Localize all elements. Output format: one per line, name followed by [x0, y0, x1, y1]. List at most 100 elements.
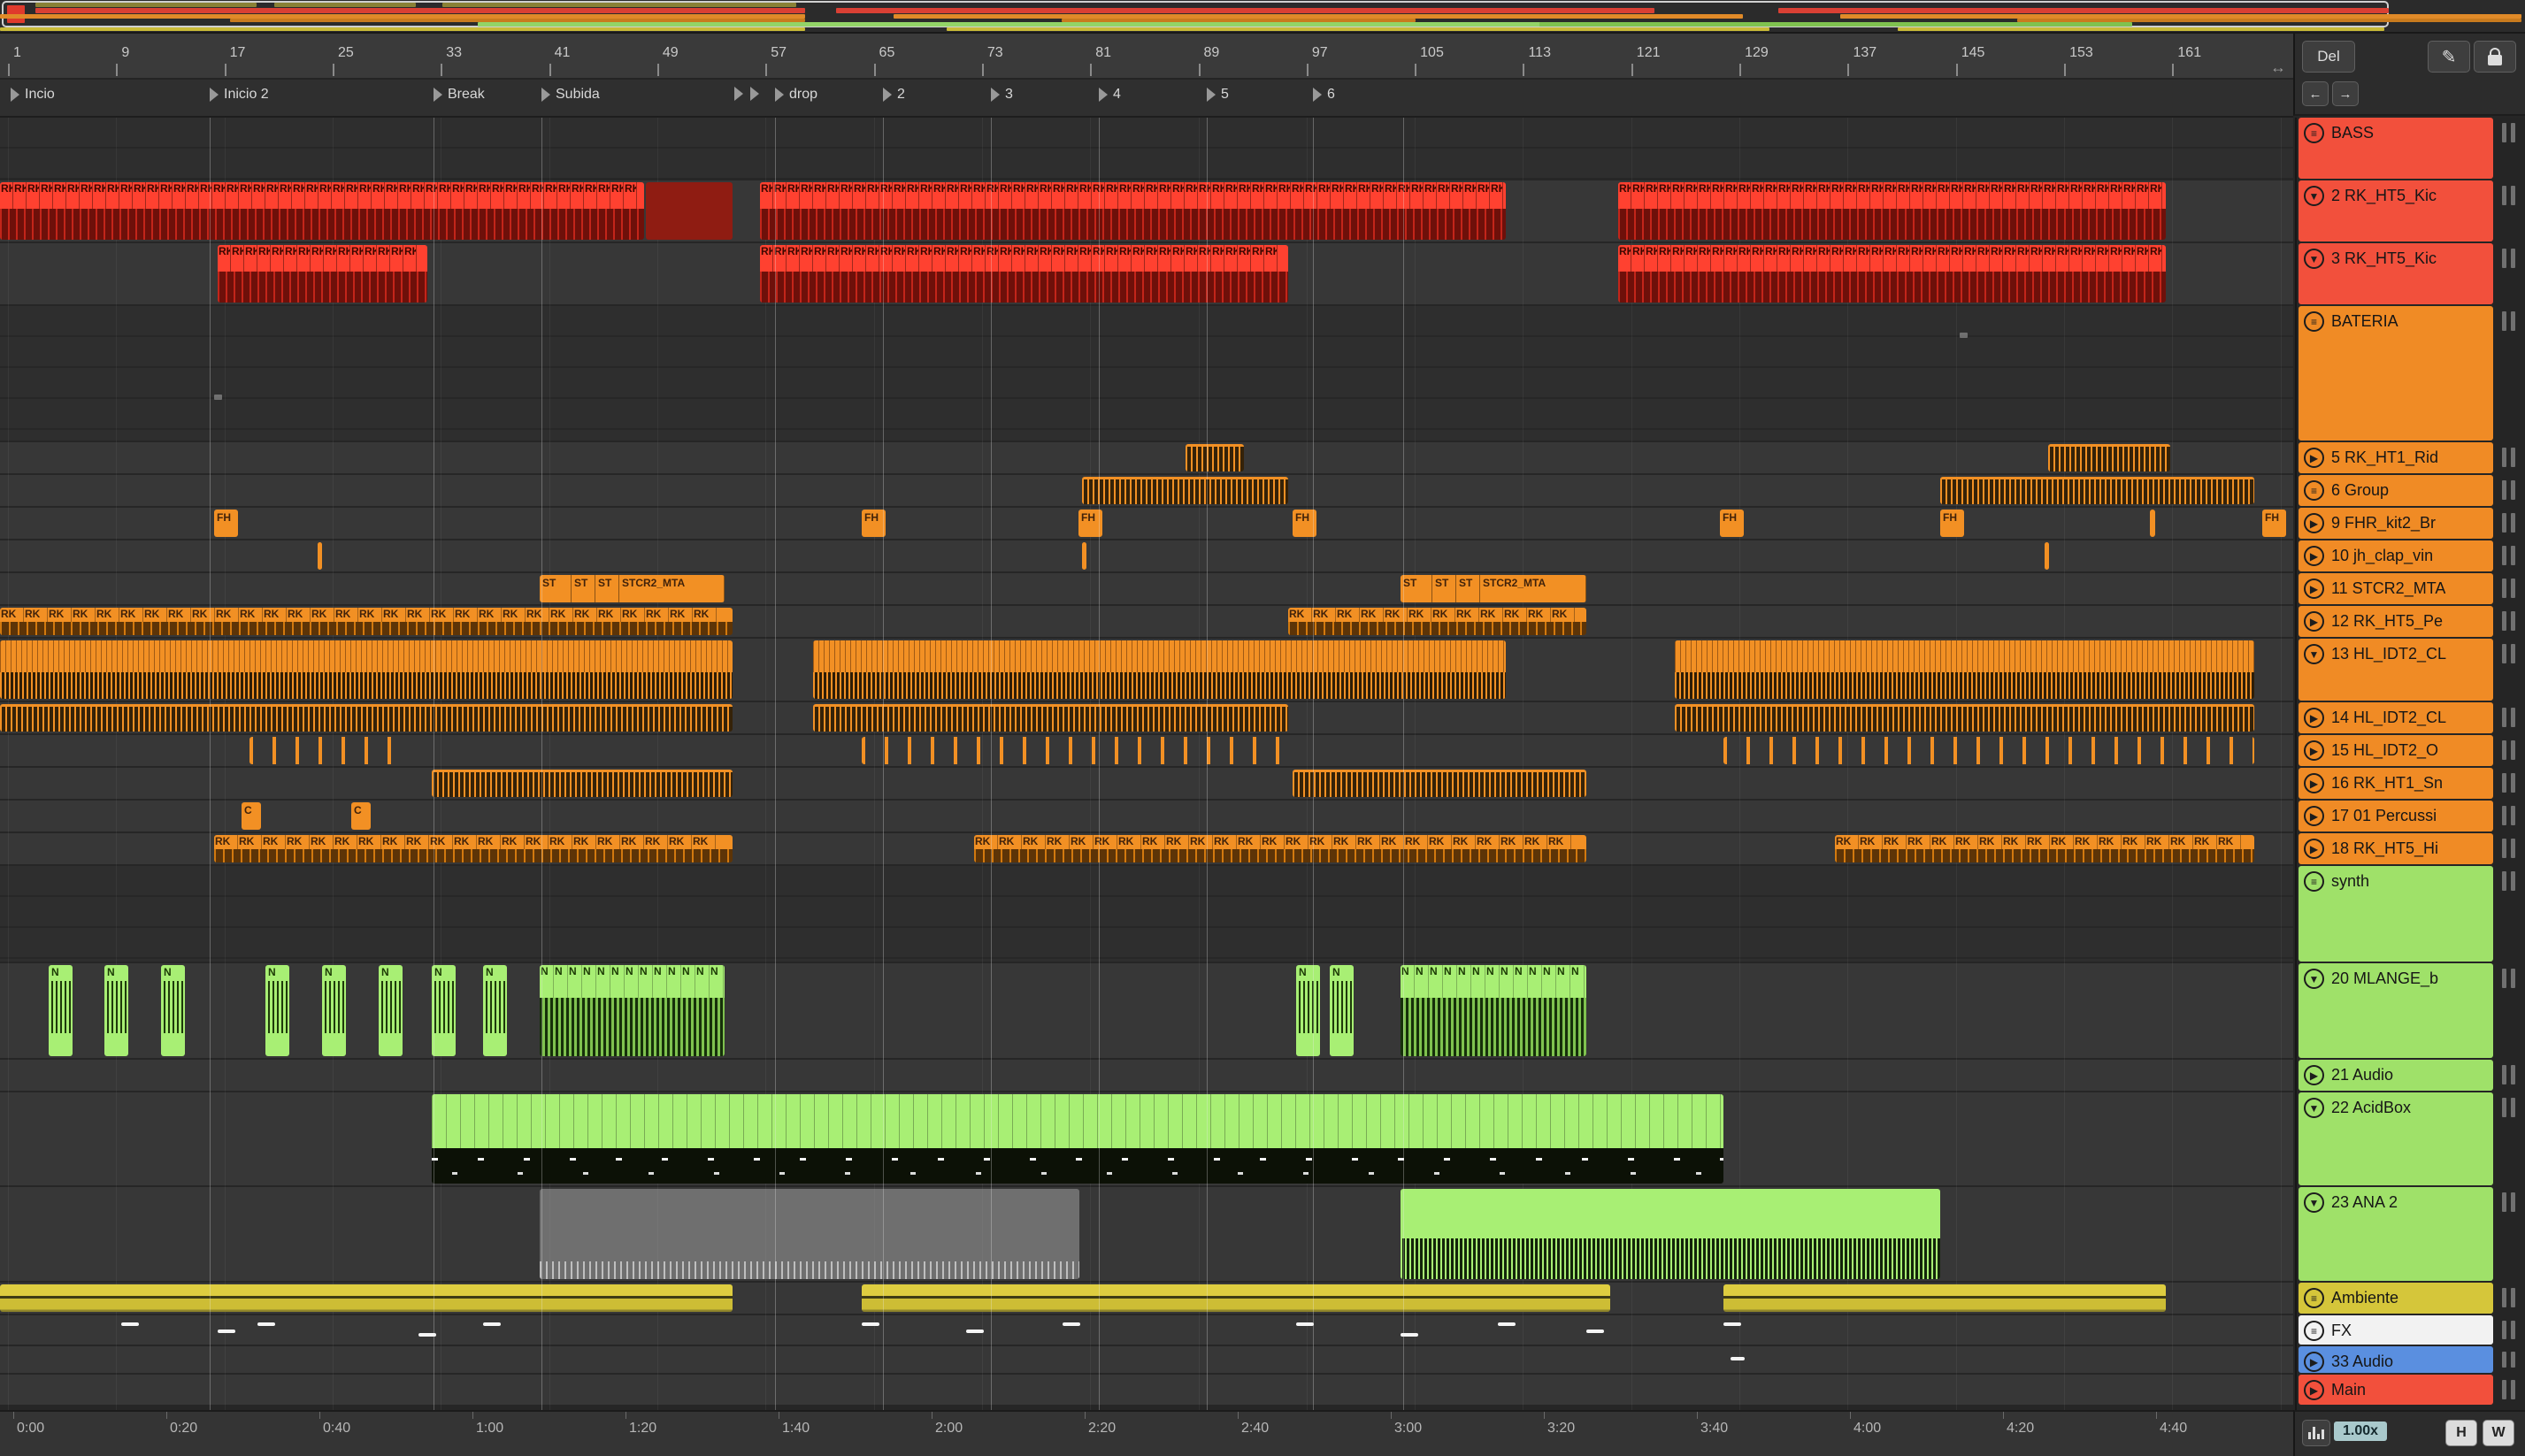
track-header[interactable]: ▶ Main: [2299, 1375, 2493, 1405]
track-lane[interactable]: RKRKRKRKRKRKRKRKRKRKRKRKRKRKRKRKRKRKRKRK…: [0, 180, 2293, 241]
locator-flag[interactable]: 2: [883, 87, 905, 103]
play-icon[interactable]: ▶: [2304, 1352, 2324, 1372]
track-lane[interactable]: ST ST ST STCR2_MTA ST ST ST STCR2_MTA: [0, 573, 2293, 604]
bar-ruler[interactable]: ↔ 1 9 17 25 33 41 49 57 65 73 81 89 97 105 113 121 129 13…: [0, 34, 2293, 80]
clip[interactable]: [813, 640, 1506, 699]
track-lanes[interactable]: 2/1 RKRKRKRKRKRKRKRKRKRKRKRKRKRKRKRKRKRK…: [0, 118, 2293, 1410]
play-icon[interactable]: ▶: [2304, 546, 2324, 566]
clip[interactable]: RK RK RK RK RK RK RK RK RK RK RK RK RK RK RK RK RK: [1835, 835, 2254, 862]
clip[interactable]: [2045, 542, 2049, 570]
clip[interactable]: [2048, 444, 2170, 471]
nav-back-button[interactable]: ←: [2302, 81, 2329, 106]
clip[interactable]: N: [104, 965, 128, 1056]
locator-flag[interactable]: 3: [991, 87, 1013, 103]
clip[interactable]: N: [379, 965, 403, 1056]
track-header[interactable]: ▼ 13 HL_IDT2_CL: [2299, 639, 2493, 701]
track-lane[interactable]: [0, 540, 2293, 571]
locator-flag[interactable]: Inicio 2: [210, 87, 269, 103]
track-header[interactable]: ▶ 15 HL_IDT2_O: [2299, 735, 2493, 766]
lock-envelopes-icon[interactable]: [2474, 41, 2516, 73]
locator-flag[interactable]: drop: [775, 87, 817, 103]
clip[interactable]: [646, 182, 733, 240]
time-ruler[interactable]: 0:00 0:20 0:40 1:00 1:20 1:40 2:00 2:20 2:40 3:00…: [0, 1410, 2293, 1456]
clip[interactable]: RKRKRKRKRKRKRKRKRKRKRKRKRKRKRKRKRKRKRKRK…: [760, 182, 1506, 240]
fold-arrow-icon[interactable]: ▼: [2304, 969, 2324, 989]
track-header[interactable]: ▶ 33 Audio: [2299, 1346, 2493, 1373]
group-icon[interactable]: ≡: [2304, 311, 2324, 332]
track-lane[interactable]: [0, 1375, 2293, 1405]
track-lane[interactable]: RKRKRKRKRKRKRKRKRKRKRKRKRKRKRKRKRKRKRKRK…: [0, 833, 2293, 864]
clip[interactable]: RKRKRKRKRKRKRKRKRKRKRKRKRKRKRKRKRKRKRKRK…: [214, 835, 733, 862]
clip[interactable]: [2150, 510, 2155, 537]
clip[interactable]: RK RK RK RK RK RK RK RK RK RK RK RK: [1288, 608, 1586, 635]
track-lane[interactable]: [0, 768, 2293, 799]
track-header[interactable]: ≡ BATERIA: [2299, 306, 2493, 441]
clip[interactable]: [249, 737, 403, 764]
track-lane[interactable]: RKRKRKRKRKRKRKRKRKRKRKRKRKRKRKRKRKRKRKRK…: [0, 243, 2293, 304]
clip[interactable]: [318, 542, 322, 570]
locator-flag[interactable]: 6: [1313, 87, 1335, 103]
clip[interactable]: N: [322, 965, 346, 1056]
track-header[interactable]: ▼ 23 ANA 2: [2299, 1187, 2493, 1281]
clip[interactable]: [1186, 444, 1244, 471]
track-lane[interactable]: RKRKRKRKRKRKRKRKRKRKRKRKRKRKRKRKRKRKRKRK…: [0, 606, 2293, 637]
clip[interactable]: RKRKRKRKRKRKRKRKRKRKRKRKRKRKRKRKRKRKRKRK…: [1618, 245, 2166, 303]
clip[interactable]: [1293, 770, 1586, 797]
track-header[interactable]: ▶ 12 RK_HT5_Pe: [2299, 606, 2493, 637]
play-icon[interactable]: ▶: [2304, 708, 2324, 728]
locator-row[interactable]: Incio Inicio 2 Break Subida drop 2 3 4 5 6: [0, 80, 2293, 118]
track-header[interactable]: ▶ 18 RK_HT5_Hi: [2299, 833, 2493, 864]
clip[interactable]: [1082, 542, 1086, 570]
clip[interactable]: FH: [1940, 510, 1964, 537]
track-header[interactable]: ▼ 2 RK_HT5_Kic: [2299, 180, 2493, 241]
track-header[interactable]: ▶ 10 jh_clap_vin: [2299, 540, 2493, 571]
clip[interactable]: ST ST ST STCR2_MTA: [1401, 575, 1586, 602]
clip[interactable]: [1723, 1284, 2166, 1312]
group-icon[interactable]: ≡: [2304, 1288, 2324, 1308]
track-header[interactable]: ≡ FX: [2299, 1315, 2493, 1345]
clip[interactable]: RKRKRKRKRKRKRKRKRKRKRKRKRKRKRKRKRKRKRKRK…: [1618, 182, 2166, 240]
play-icon[interactable]: ▶: [2304, 806, 2324, 826]
clip[interactable]: [0, 704, 733, 732]
clip[interactable]: ST ST ST STCR2_MTA: [540, 575, 725, 602]
locator-flag[interactable]: 5: [1207, 87, 1229, 103]
track-lane[interactable]: [0, 702, 2293, 733]
track-lane[interactable]: FH FH FH FH FH FH FH: [0, 508, 2293, 539]
clip[interactable]: [1723, 737, 2254, 764]
delete-button[interactable]: Del: [2302, 41, 2355, 73]
clip[interactable]: FH: [2262, 510, 2286, 537]
track-header[interactable]: ▶ 16 RK_HT1_Sn: [2299, 768, 2493, 799]
track-header[interactable]: ≡ Ambiente: [2299, 1283, 2493, 1314]
clip[interactable]: RKRKRKRKRKRKRKRKRKRKRKRKRKRKRKRKRKRKRKRK…: [0, 608, 733, 635]
arrangement-overview[interactable]: [0, 0, 2525, 34]
clip[interactable]: [813, 704, 1288, 732]
track-header[interactable]: ▶ 5 RK_HT1_Rid: [2299, 442, 2493, 473]
track-header[interactable]: ▶ 21 Audio: [2299, 1060, 2493, 1091]
clip[interactable]: N: [265, 965, 289, 1056]
clip[interactable]: NNNNNNNNNNNNN: [1401, 965, 1586, 1056]
track-header[interactable]: ▼ 22 AcidBox: [2299, 1092, 2493, 1185]
locator-flag[interactable]: Incio: [11, 87, 55, 103]
clip[interactable]: [0, 640, 733, 699]
clip[interactable]: FH: [214, 510, 238, 537]
playback-speed-display[interactable]: 1.00x: [2334, 1422, 2388, 1441]
track-header[interactable]: ▼ 20 MLANGE_b: [2299, 963, 2493, 1058]
locator-flag[interactable]: Subida: [541, 87, 600, 103]
clip[interactable]: [1401, 1189, 1940, 1279]
locator-flag[interactable]: Break: [434, 87, 485, 103]
clip[interactable]: N: [1296, 965, 1320, 1056]
track-lane[interactable]: [0, 442, 2293, 473]
clip[interactable]: RKRKRKRKRKRKRKRKRKRKRKRKRKRKRK: [218, 245, 427, 303]
track-lane[interactable]: [0, 1346, 2293, 1373]
clip[interactable]: N: [1330, 965, 1354, 1056]
clip[interactable]: [1082, 477, 1288, 504]
track-lane[interactable]: [0, 1187, 2293, 1281]
fold-arrow-icon[interactable]: ▼: [2304, 1192, 2324, 1213]
clip[interactable]: [432, 770, 733, 797]
waveform-icon[interactable]: [2302, 1420, 2330, 1446]
clip[interactable]: [0, 1284, 733, 1312]
track-header[interactable]: ▶ 14 HL_IDT2_CL: [2299, 702, 2493, 733]
height-zoom-button[interactable]: H: [2445, 1420, 2477, 1446]
fold-arrow-icon[interactable]: ▼: [2304, 186, 2324, 206]
locator-flag[interactable]: 4: [1099, 87, 1121, 103]
